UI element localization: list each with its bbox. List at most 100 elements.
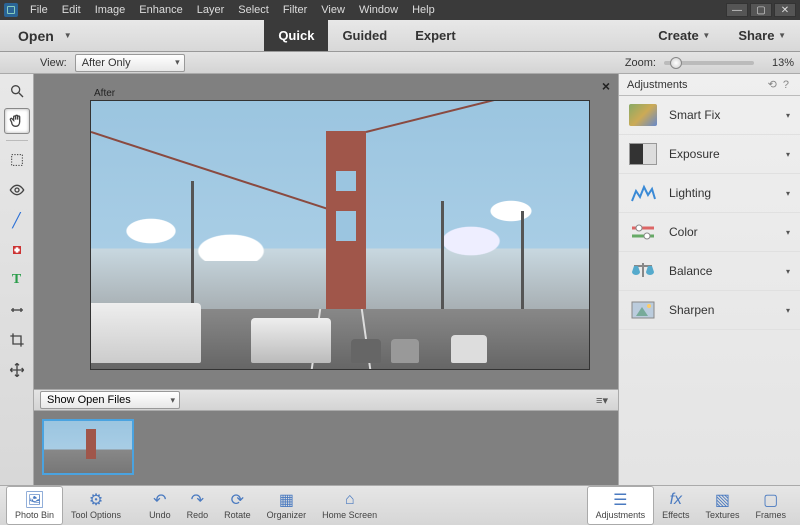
adjustments-tab-button[interactable]: ☰ Adjustments (587, 486, 655, 525)
chevron-down-icon: ▾ (786, 150, 790, 159)
adjust-exposure[interactable]: Exposure ▾ (619, 135, 800, 174)
menu-layer[interactable]: Layer (191, 2, 231, 18)
color-icon (629, 221, 657, 243)
menu-window[interactable]: Window (353, 2, 404, 18)
menu-edit[interactable]: Edit (56, 2, 87, 18)
menu-help[interactable]: Help (406, 2, 441, 18)
adjustments-header: Adjustments ⟲ ? (619, 74, 800, 96)
adjust-color[interactable]: Color ▾ (619, 213, 800, 252)
zoom-label: Zoom: (625, 57, 656, 69)
tool-options-button[interactable]: ⚙ Tool Options (63, 486, 129, 525)
bin-filter-dropdown[interactable]: Show Open Files (40, 391, 180, 409)
photo-bin-header: Show Open Files ≡▾ (34, 389, 618, 411)
zoom-slider[interactable] (664, 61, 754, 65)
tool-strip: ╱ T (0, 74, 34, 485)
redo-button[interactable]: ↷ Redo (179, 486, 217, 525)
menu-image[interactable]: Image (89, 2, 132, 18)
chevron-down-icon: ▼ (778, 31, 786, 40)
redo-icon: ↷ (191, 491, 204, 509)
eye-tool[interactable] (4, 177, 30, 203)
photo-bin-icon: 🖼 (24, 491, 44, 509)
adjust-sharpen[interactable]: Sharpen ▾ (619, 291, 800, 330)
window-close-button[interactable]: ✕ (774, 3, 796, 17)
organizer-icon: ▦ (279, 491, 294, 509)
mode-bar: Open ▼ Quick Guided Expert Create ▼ Shar… (0, 20, 800, 52)
home-button[interactable]: ⌂ Home Screen (314, 486, 385, 525)
options-bar: View: After Only Zoom: 13% (0, 52, 800, 74)
smart-fix-icon (629, 104, 657, 126)
mode-expert[interactable]: Expert (401, 20, 469, 51)
share-button[interactable]: Share ▼ (724, 28, 800, 43)
organizer-button[interactable]: ▦ Organizer (259, 486, 315, 525)
title-bar: File Edit Image Enhance Layer Select Fil… (0, 0, 800, 20)
bottom-bar: 🖼 Photo Bin ⚙ Tool Options ↶ Undo ↷ Redo… (0, 485, 800, 525)
view-label: View: (40, 57, 67, 69)
photo-thumbnail[interactable] (42, 419, 134, 475)
sharpen-icon (629, 299, 657, 321)
crop-tool[interactable] (4, 327, 30, 353)
menu-filter[interactable]: Filter (277, 2, 313, 18)
selection-tool[interactable] (4, 147, 30, 173)
chevron-down-icon: ▾ (786, 189, 790, 198)
create-button[interactable]: Create ▼ (644, 28, 724, 43)
mode-guided[interactable]: Guided (328, 20, 401, 51)
adjust-balance[interactable]: Balance ▾ (619, 252, 800, 291)
tool-options-icon: ⚙ (89, 491, 103, 509)
menu-select[interactable]: Select (232, 2, 275, 18)
app-icon (4, 3, 18, 17)
spot-heal-tool[interactable] (4, 237, 30, 263)
rotate-button[interactable]: ⟳ Rotate (216, 486, 259, 525)
balance-icon (629, 260, 657, 282)
frames-icon: ▢ (763, 491, 778, 509)
chevron-down-icon: ▾ (786, 267, 790, 276)
menu-view[interactable]: View (315, 2, 351, 18)
adjustments-panel: Adjustments ⟲ ? Smart Fix ▾ Exposure ▾ L… (618, 74, 800, 485)
lighting-icon (629, 182, 657, 204)
photo-bin-button[interactable]: 🖼 Photo Bin (6, 486, 63, 525)
chevron-down-icon: ▾ (786, 228, 790, 237)
menu-enhance[interactable]: Enhance (133, 2, 188, 18)
bin-menu-icon[interactable]: ≡▾ (592, 394, 612, 407)
reset-icon[interactable]: ⟲ (765, 78, 780, 91)
zoom-tool[interactable] (4, 78, 30, 104)
document-canvas[interactable] (90, 100, 590, 370)
main-area: ╱ T × After Show Open Files ≡▾ (0, 74, 800, 485)
menu-file[interactable]: File (24, 2, 54, 18)
chevron-down-icon: ▼ (64, 31, 72, 40)
view-dropdown[interactable]: After Only (75, 54, 185, 72)
home-icon: ⌂ (345, 491, 355, 509)
undo-icon: ↶ (153, 491, 166, 509)
window-minimize-button[interactable]: — (726, 3, 748, 17)
rotate-icon: ⟳ (231, 491, 244, 509)
chevron-down-icon: ▼ (702, 31, 710, 40)
window-maximize-button[interactable]: ▢ (750, 3, 772, 17)
main-menu: File Edit Image Enhance Layer Select Fil… (24, 2, 441, 18)
chevron-down-icon: ▾ (786, 111, 790, 120)
text-tool[interactable]: T (4, 267, 30, 293)
help-icon[interactable]: ? (780, 79, 792, 91)
frames-tab-button[interactable]: ▢ Frames (747, 486, 794, 525)
zoom-value: 13% (762, 57, 794, 69)
undo-button[interactable]: ↶ Undo (141, 486, 179, 525)
adjust-lighting[interactable]: Lighting ▾ (619, 174, 800, 213)
adjust-smart-fix[interactable]: Smart Fix ▾ (619, 96, 800, 135)
mode-quick[interactable]: Quick (264, 20, 328, 51)
textures-tab-button[interactable]: ▧ Textures (697, 486, 747, 525)
photo-bin (34, 411, 618, 485)
adjustments-icon: ☰ (613, 491, 627, 509)
effects-tab-button[interactable]: fx Effects (654, 486, 697, 525)
hand-tool[interactable] (4, 108, 30, 134)
brush-tool[interactable]: ╱ (4, 207, 30, 233)
textures-icon: ▧ (715, 491, 730, 509)
straighten-tool[interactable] (4, 297, 30, 323)
exposure-icon (629, 143, 657, 165)
open-button[interactable]: Open ▼ (0, 20, 90, 51)
adjustments-title: Adjustments (627, 79, 688, 91)
chevron-down-icon: ▾ (786, 306, 790, 315)
after-label: After (94, 88, 115, 99)
move-tool[interactable] (4, 357, 30, 383)
close-document-button[interactable]: × (602, 78, 610, 94)
canvas-holder: × After (34, 74, 618, 389)
canvas-area: × After Show Open Files ≡▾ (34, 74, 618, 485)
effects-icon: fx (670, 491, 682, 509)
